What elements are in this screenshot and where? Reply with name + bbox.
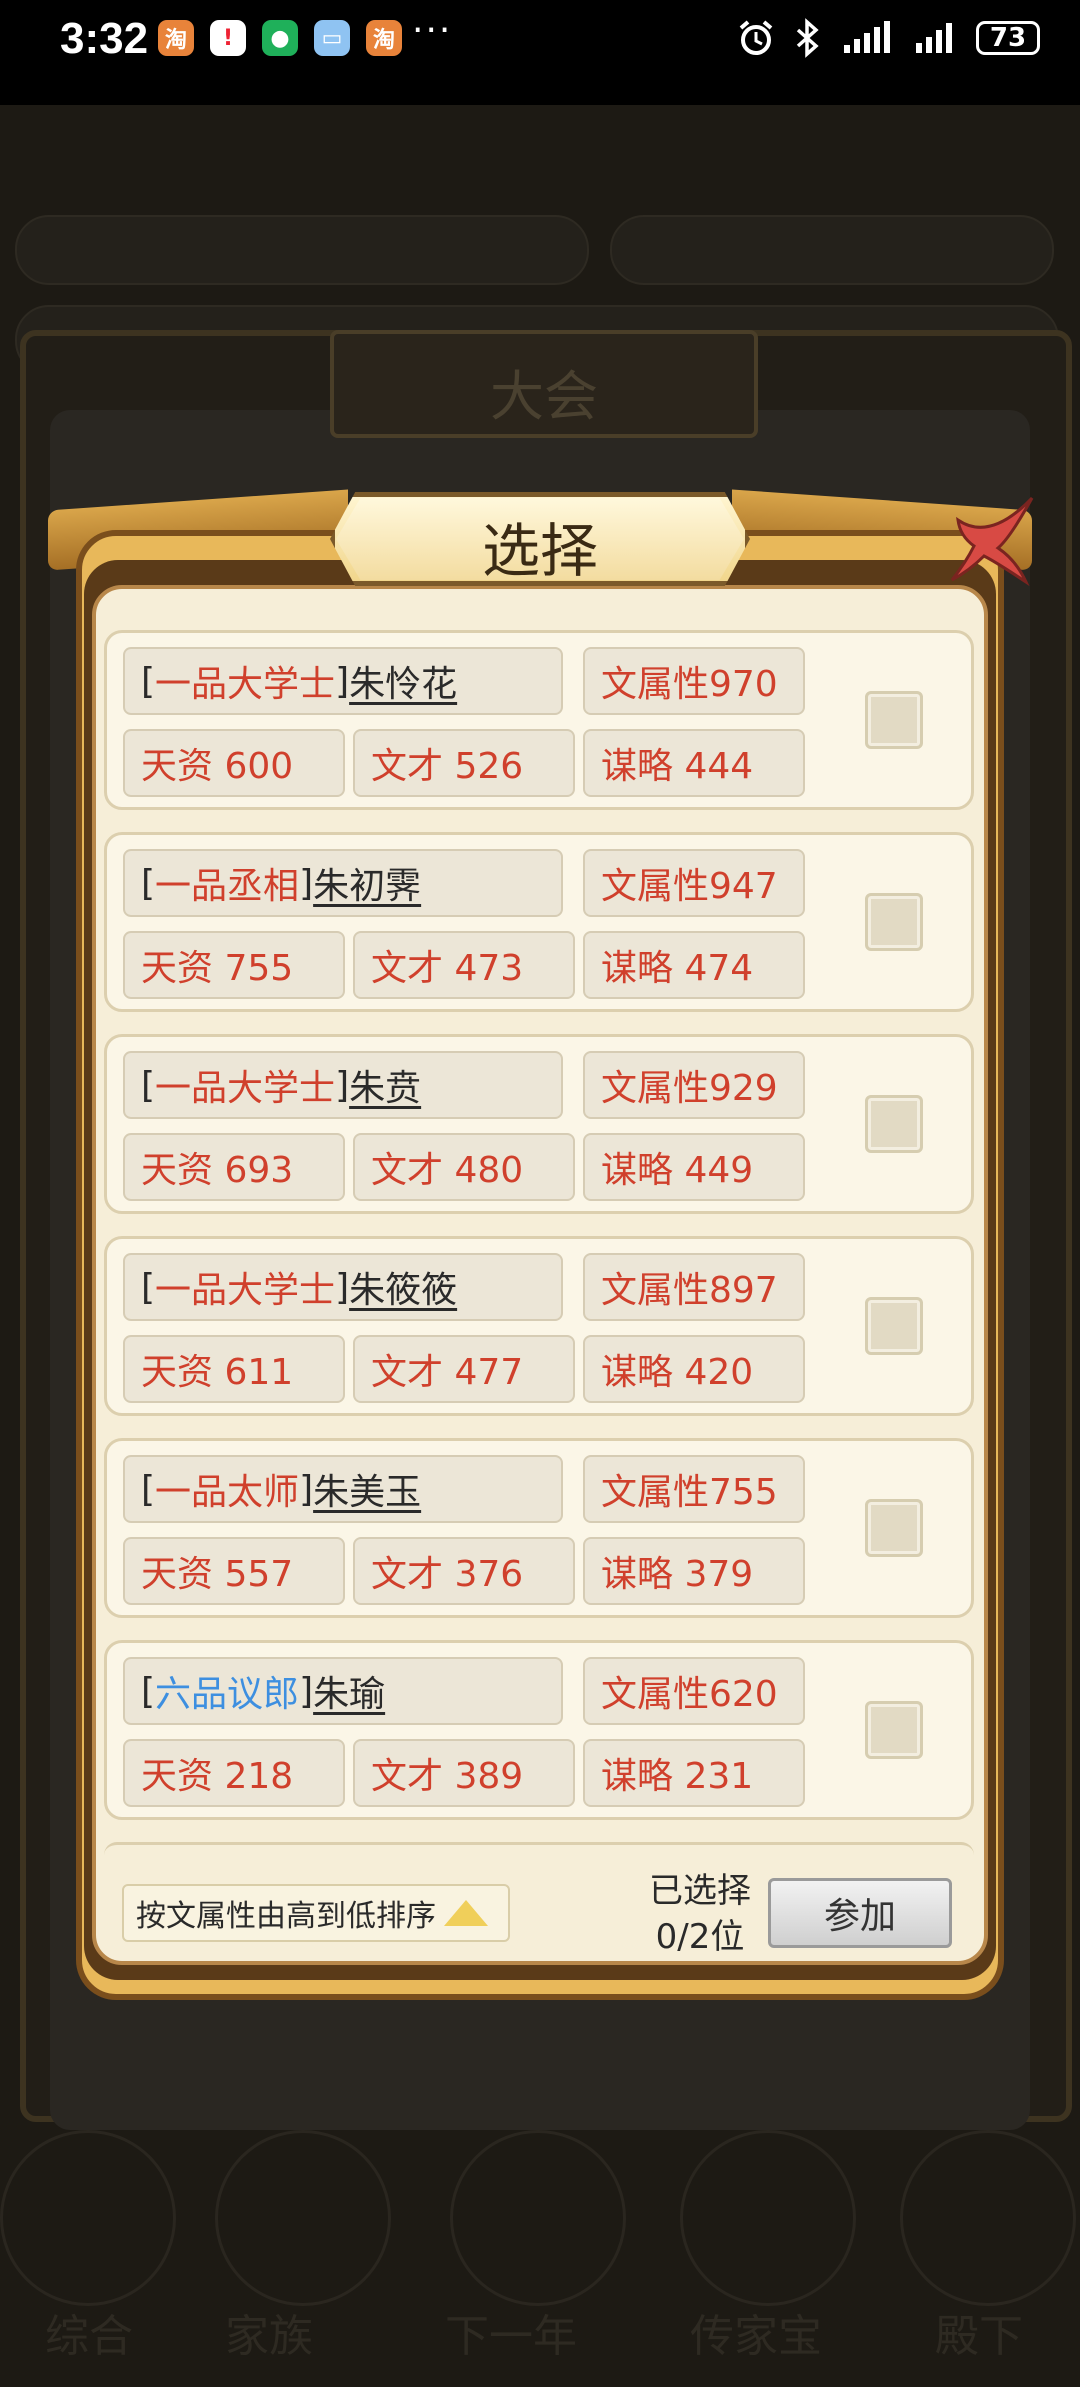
candidate-checkbox[interactable] bbox=[865, 893, 923, 951]
sort-label: 按文属性由高到低排序 bbox=[136, 1899, 436, 1934]
wechat-icon: ● bbox=[262, 20, 298, 56]
candidate-name[interactable]: 朱美玉 bbox=[313, 1463, 421, 1515]
candidate-checkbox[interactable] bbox=[865, 1499, 923, 1557]
candidate-name[interactable]: 朱筱筱 bbox=[349, 1261, 457, 1313]
background-bar bbox=[610, 215, 1054, 285]
candidate-wencai: 文才 526 bbox=[353, 729, 575, 797]
taobao-icon: 淘 bbox=[158, 20, 194, 56]
close-icon[interactable] bbox=[940, 490, 1040, 590]
clock: 3:32 bbox=[60, 14, 149, 63]
background-tab-label: 传家宝 bbox=[690, 2311, 822, 2362]
sort-triangle-icon bbox=[444, 1900, 488, 1926]
message-icon: ▭ bbox=[314, 20, 350, 56]
candidate-rank: 一品大学士 bbox=[155, 1068, 336, 1109]
candidate-checkbox[interactable] bbox=[865, 1297, 923, 1355]
background-title-plate: 大会 bbox=[330, 330, 758, 438]
candidate-tianzi: 天资 755 bbox=[123, 931, 345, 999]
candidate-moulue: 谋略 444 bbox=[583, 729, 805, 797]
candidate-wencai: 文才 376 bbox=[353, 1537, 575, 1605]
more-notifications-icon: ··· bbox=[412, 10, 453, 51]
background-tab-label: 殿下 bbox=[935, 2311, 1023, 2362]
candidate-moulue: 谋略 420 bbox=[583, 1335, 805, 1403]
candidate-name-cell: [一品丞相] 朱初霁 bbox=[123, 849, 563, 917]
candidate-name[interactable]: 朱怜花 bbox=[349, 655, 457, 707]
background-tab bbox=[215, 2130, 391, 2306]
candidate-attribute: 文属性620 bbox=[583, 1657, 805, 1725]
signal-icon bbox=[844, 21, 890, 53]
battery-icon: 73 bbox=[976, 21, 1040, 55]
sort-button[interactable]: 按文属性由高到低排序 bbox=[122, 1884, 510, 1942]
background-tab bbox=[680, 2130, 856, 2306]
selected-count: 0/2位 bbox=[655, 1917, 745, 1957]
candidate-attribute: 文属性929 bbox=[583, 1051, 805, 1119]
system-icons: 73 bbox=[736, 18, 1040, 58]
selected-label: 已选择 bbox=[649, 1871, 751, 1911]
candidate-name[interactable]: 朱瑜 bbox=[313, 1665, 385, 1717]
candidate-name[interactable]: 朱贲 bbox=[349, 1059, 421, 1111]
candidate-tianzi: 天资 611 bbox=[123, 1335, 345, 1403]
candidate-moulue: 谋略 231 bbox=[583, 1739, 805, 1807]
candidate-attribute: 文属性947 bbox=[583, 849, 805, 917]
candidate-card[interactable]: [一品大学士] 朱筱筱 文属性897 天资 611 文才 477 谋略 420 bbox=[104, 1236, 974, 1416]
candidate-card[interactable]: [六品议郎] 朱瑜 文属性620 天资 218 文才 389 谋略 231 bbox=[104, 1640, 974, 1820]
modal-title: 选择 bbox=[481, 517, 598, 585]
background-tab bbox=[450, 2130, 626, 2306]
candidate-name-cell: [一品大学士] 朱贲 bbox=[123, 1051, 563, 1119]
candidate-rank: 六品议郎 bbox=[155, 1674, 300, 1715]
candidate-name-cell: [一品太师] 朱美玉 bbox=[123, 1455, 563, 1523]
background-tab bbox=[900, 2130, 1076, 2306]
candidate-checkbox[interactable] bbox=[865, 1095, 923, 1153]
candidate-attribute: 文属性897 bbox=[583, 1253, 805, 1321]
candidate-rank: 一品大学士 bbox=[155, 1270, 336, 1311]
join-button[interactable]: 参加 bbox=[768, 1878, 952, 1948]
bluetooth-icon bbox=[796, 18, 819, 58]
candidate-wencai: 文才 389 bbox=[353, 1739, 575, 1807]
candidate-attribute: 文属性755 bbox=[583, 1455, 805, 1523]
candidate-card[interactable]: [一品大学士] 朱贲 文属性929 天资 693 文才 480 谋略 449 bbox=[104, 1034, 974, 1214]
candidate-moulue: 谋略 449 bbox=[583, 1133, 805, 1201]
candidate-checkbox[interactable] bbox=[865, 1701, 923, 1759]
candidate-attribute: 文属性970 bbox=[583, 647, 805, 715]
candidate-name-cell: [一品大学士] 朱怜花 bbox=[123, 647, 563, 715]
signal-icon bbox=[916, 23, 952, 53]
candidate-moulue: 谋略 379 bbox=[583, 1537, 805, 1605]
next-card-edge bbox=[104, 1842, 974, 1855]
background-tab bbox=[0, 2130, 176, 2306]
background-title: 大会 bbox=[490, 365, 598, 428]
candidate-card[interactable]: [一品大学士] 朱怜花 文属性970 天资 600 文才 526 谋略 444 bbox=[104, 630, 974, 810]
xiaohongshu-icon: ! bbox=[210, 20, 246, 56]
candidate-name-cell: [一品大学士] 朱筱筱 bbox=[123, 1253, 563, 1321]
status-bar: 3:32 淘 ! ● ▭ 淘 ··· 73 bbox=[0, 0, 1080, 105]
modal-title-plate: 选择 bbox=[330, 492, 750, 586]
background-tab-label: 综合 bbox=[45, 2311, 133, 2362]
candidate-name[interactable]: 朱初霁 bbox=[313, 857, 421, 909]
background-tab-label: 下一年 bbox=[445, 2311, 577, 2362]
candidate-name-cell: [六品议郎] 朱瑜 bbox=[123, 1657, 563, 1725]
taobao-icon: 淘 bbox=[366, 20, 402, 56]
background-tab-label: 家族 bbox=[225, 2311, 313, 2362]
candidate-rank: 一品太师 bbox=[155, 1472, 300, 1513]
candidate-rank: 一品大学士 bbox=[155, 664, 336, 705]
candidate-tianzi: 天资 218 bbox=[123, 1739, 345, 1807]
candidate-wencai: 文才 477 bbox=[353, 1335, 575, 1403]
candidate-tianzi: 天资 693 bbox=[123, 1133, 345, 1201]
candidate-wencai: 文才 480 bbox=[353, 1133, 575, 1201]
candidate-card[interactable]: [一品丞相] 朱初霁 文属性947 天资 755 文才 473 谋略 474 bbox=[104, 832, 974, 1012]
candidate-checkbox[interactable] bbox=[865, 691, 923, 749]
background-bar bbox=[15, 215, 589, 285]
candidate-card[interactable]: [一品太师] 朱美玉 文属性755 天资 557 文才 376 谋略 379 bbox=[104, 1438, 974, 1618]
candidate-moulue: 谋略 474 bbox=[583, 931, 805, 999]
candidate-rank: 一品丞相 bbox=[155, 866, 300, 907]
candidate-tianzi: 天资 557 bbox=[123, 1537, 345, 1605]
notification-icons: 淘 ! ● ▭ 淘 bbox=[158, 20, 402, 56]
candidate-tianzi: 天资 600 bbox=[123, 729, 345, 797]
candidate-wencai: 文才 473 bbox=[353, 931, 575, 999]
alarm-icon bbox=[739, 20, 773, 55]
selection-status: 已选择 0/2位 bbox=[620, 1868, 780, 1960]
